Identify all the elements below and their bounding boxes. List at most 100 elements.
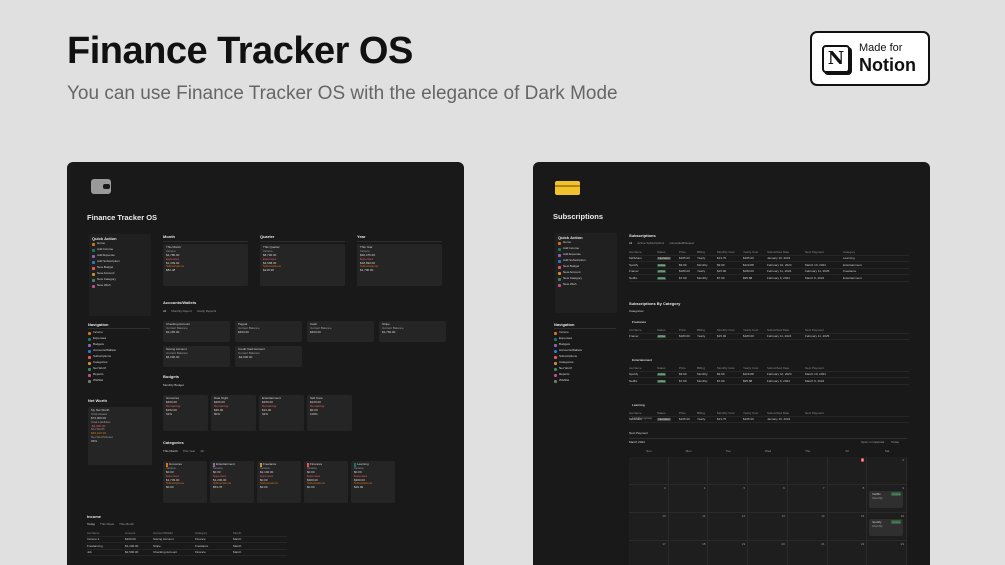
view-tab[interactable]: Yearly Reports <box>197 310 217 314</box>
calendar-day[interactable]: 17 <box>629 541 669 565</box>
calendar-day[interactable]: 20 <box>748 541 788 565</box>
view-tab[interactable]: This Year <box>183 450 196 454</box>
category-group-title[interactable]: Entertainment <box>632 359 652 363</box>
subscription-row[interactable]: Netflix Active $7.99 Monthly $7.99 $95.88 Febr… <box>629 275 909 282</box>
column-header[interactable]: Next Payment <box>805 411 843 415</box>
view-tab[interactable]: This Week <box>100 523 114 527</box>
category-card[interactable]: Entertainment Income $0.00 Expenses $1,200.0… <box>210 461 254 503</box>
calendar-day[interactable] <box>748 457 788 485</box>
view-tab[interactable]: This Month <box>119 523 134 527</box>
calendar-day[interactable] <box>668 457 709 485</box>
nav-item[interactable]: Wishlist <box>88 378 150 384</box>
account-card[interactable]: Stripe Current Balance $1,782.00 <box>379 321 446 342</box>
nav-item[interactable]: Wishlist <box>554 378 616 384</box>
account-card[interactable]: Checking Account Current Balance $2,165.00 <box>163 321 230 342</box>
column-header[interactable]: Monthly Cost <box>717 328 743 332</box>
period-card[interactable]: This Quarter Income $8,790.00 Expenses $4,69… <box>260 244 345 286</box>
column-header[interactable]: Status <box>657 366 679 370</box>
account-card[interactable]: Paypal Current Balance $463.00 <box>235 321 302 342</box>
net-worth-card[interactable]: My Net Worth Total Assets $74,000.00 Total… <box>88 407 152 465</box>
column-header[interactable]: Aa Name <box>629 366 657 370</box>
calendar-day[interactable] <box>787 457 828 485</box>
column-header[interactable]: Subscribed Date <box>767 366 805 370</box>
calendar-day[interactable]: 6 <box>748 485 788 513</box>
subscription-row[interactable]: Netflix Active $7.99 Monthly $7.99 $95.88 Febr… <box>629 378 909 385</box>
view-tab[interactable]: Monthly Report <box>171 310 191 314</box>
subscription-row[interactable]: Framer Active $180.00 Yearly $15.00 $180.00 Fe… <box>629 334 909 340</box>
income-row[interactable]: Job $2,500.00 Checking Account Finance March <box>87 550 287 556</box>
budget-card[interactable]: Groceries $400.00 Remaining $152.00 62% <box>163 395 208 431</box>
calendar-day[interactable]: 9 Netflix Active Monthly <box>867 485 907 513</box>
column-header[interactable]: Price <box>679 411 697 415</box>
column-header[interactable]: Aa Name <box>629 411 657 415</box>
calendar-tab[interactable]: Next Payment <box>629 432 907 436</box>
column-header[interactable]: Next Payment <box>805 250 843 254</box>
category-card[interactable]: Finances Income $0.00 Expenses $900.00 Subscr… <box>304 461 348 503</box>
column-header[interactable]: Billing <box>697 328 717 332</box>
column-header[interactable]: Yearly Cost <box>743 366 767 370</box>
column-header[interactable]: Category <box>195 531 233 535</box>
column-header[interactable]: Category <box>843 250 883 254</box>
budget-card[interactable]: Entertainment $150.00 Remaining $12.00 92% <box>259 395 304 431</box>
column-header[interactable]: Subscribed Date <box>767 411 805 415</box>
view-tab[interactable]: Today <box>87 523 95 527</box>
column-header[interactable]: Subscribed Date <box>767 250 805 254</box>
column-header[interactable]: Aa Name <box>87 531 125 535</box>
view-tab[interactable]: This Month <box>163 450 178 454</box>
calendar-day[interactable]: 5 <box>708 485 749 513</box>
column-header[interactable]: Billing <box>697 250 717 254</box>
calendar-day[interactable]: 13 <box>748 513 788 541</box>
calendar-day[interactable]: 2 <box>867 457 907 485</box>
category-group-title[interactable]: Learning <box>632 404 645 408</box>
category-group-title[interactable]: Freelance <box>632 321 646 325</box>
view-tab[interactable]: Monthly Budget <box>163 384 184 388</box>
calendar-day[interactable]: 16 Spotify Active Monthly <box>867 513 907 541</box>
quick-action-item[interactable]: New Wish <box>558 282 614 288</box>
view-tab[interactable]: Cancelled/Paused <box>669 242 693 246</box>
column-header[interactable]: Yearly Cost <box>743 250 767 254</box>
column-header[interactable]: Amount <box>125 531 153 535</box>
view-tab[interactable]: Active Subscriptions <box>637 242 664 246</box>
column-header[interactable]: Next Payment <box>805 328 843 332</box>
calendar-day[interactable]: 19 <box>708 541 749 565</box>
column-header[interactable]: Price <box>679 328 697 332</box>
column-header[interactable]: Account/Wallet <box>153 531 195 535</box>
calendar-day[interactable]: 18 <box>668 541 709 565</box>
category-card[interactable]: Groceries Income $0.00 Expenses $1,739.00 Sub… <box>163 461 207 503</box>
calendar-day[interactable]: 3 <box>629 485 669 513</box>
view-tab[interactable]: All <box>200 450 203 454</box>
column-header[interactable]: Status <box>657 250 679 254</box>
today-button[interactable]: Today <box>891 441 899 445</box>
calendar-event[interactable]: Spotify Active Monthly <box>869 519 904 536</box>
subscription-row[interactable]: Skillshare Cancelled $165.00 Yearly $13.75 $1… <box>629 417 909 423</box>
calendar-day[interactable]: 23 <box>867 541 907 565</box>
budget-card[interactable]: Self Care $120.00 Remaining $0.00 100% <box>307 395 352 431</box>
open-in-calendar-button[interactable]: Open in Calendar <box>861 441 885 445</box>
category-card[interactable]: Freelance Income $2,100.00 Expenses $0.00 Sub… <box>257 461 301 503</box>
column-header[interactable]: Price <box>679 366 697 370</box>
period-card[interactable]: This Year Income $30,475.00 Expenses $18,690… <box>357 244 442 286</box>
calendar-day[interactable]: 14 <box>787 513 828 541</box>
calendar-day[interactable]: 22 <box>827 541 868 565</box>
view-tab[interactable]: All <box>629 242 632 246</box>
calendar-day[interactable]: 1 <box>827 457 868 485</box>
column-header[interactable]: Monthly Cost <box>717 411 743 415</box>
account-card[interactable]: Cash Current Balance $400.00 <box>307 321 374 342</box>
period-card[interactable]: This Month Income $2,780.00 Expenses $1,339.… <box>163 244 248 286</box>
column-header[interactable]: Yearly Cost <box>743 328 767 332</box>
column-header[interactable]: Month <box>233 531 263 535</box>
hidden-group-label[interactable]: 1 hidden group <box>632 417 652 421</box>
account-card[interactable]: Saving Account Current Balance $6,000.00 <box>163 346 230 367</box>
budget-card[interactable]: Date Night $200.00 Remaining $40.00 80% <box>211 395 256 431</box>
calendar-day[interactable]: 10 <box>629 513 669 541</box>
quick-action-item[interactable]: New Wish <box>92 283 148 289</box>
column-header[interactable]: Status <box>657 411 679 415</box>
calendar-day[interactable]: 7 <box>787 485 828 513</box>
column-header[interactable]: Billing <box>697 366 717 370</box>
calendar-day[interactable]: 21 <box>787 541 828 565</box>
calendar-day[interactable]: 12 <box>708 513 749 541</box>
calendar-event[interactable]: Netflix Active Monthly <box>869 491 904 508</box>
column-header[interactable]: Aa Name <box>629 328 657 332</box>
calendar-day[interactable] <box>708 457 749 485</box>
calendar-day[interactable]: 11 <box>668 513 709 541</box>
